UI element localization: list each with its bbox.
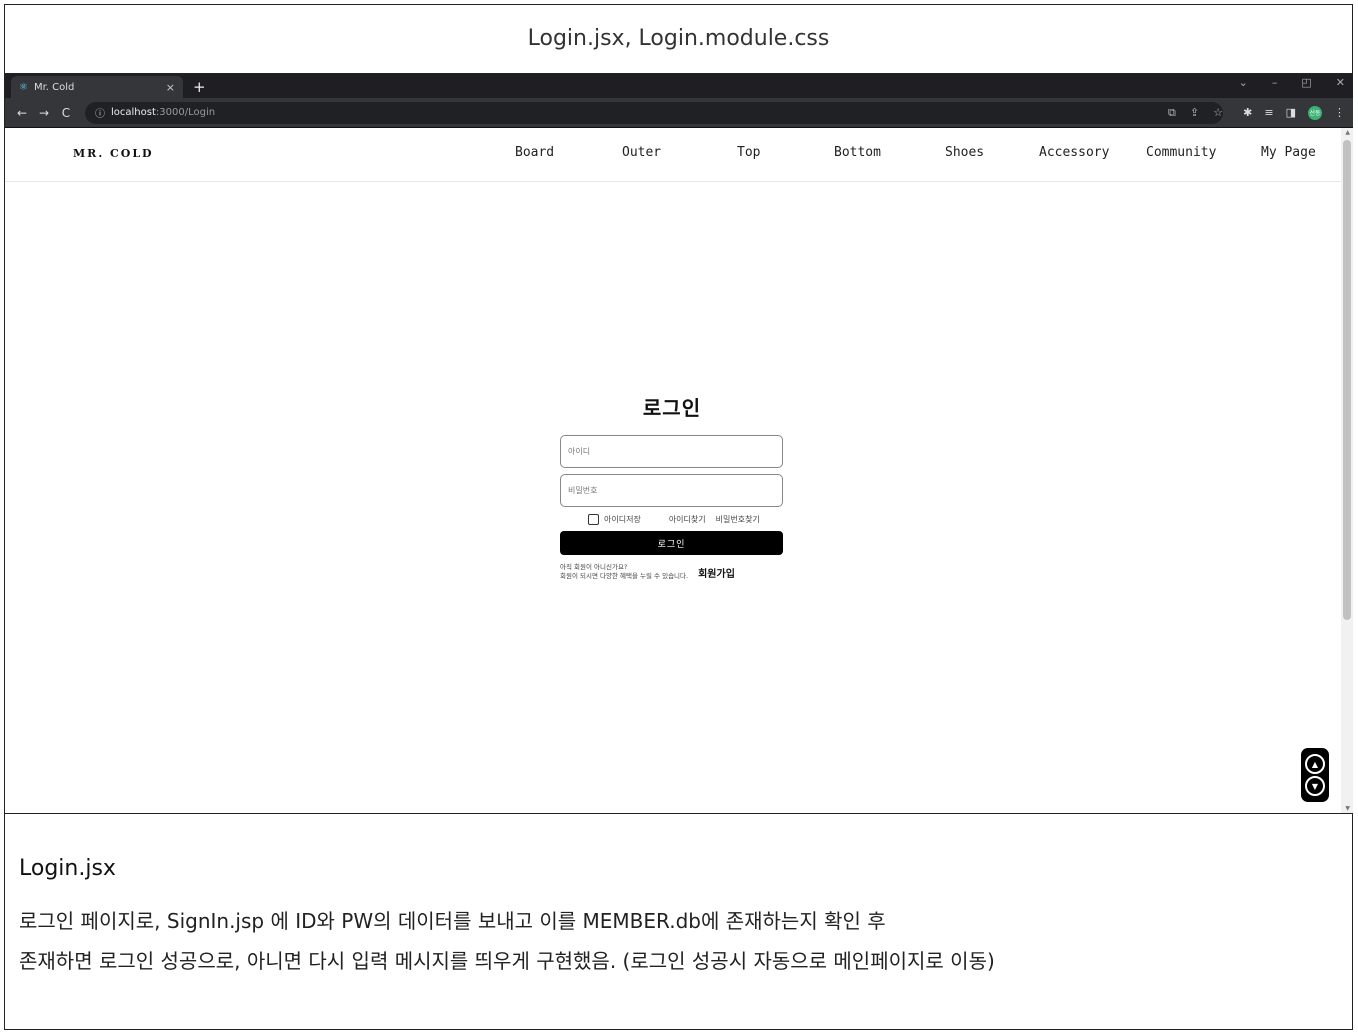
site-logo[interactable]: MR. COLD	[73, 147, 154, 160]
nav-item-board[interactable]: Board	[515, 145, 554, 160]
restore-icon[interactable]: ◰	[1301, 76, 1311, 89]
menu-kebab-icon[interactable]: ⋮	[1334, 106, 1345, 119]
signup-text: 아직 회원이 아니신가요? 회원이 되시면 다양한 혜택을 누릴 수 있습니다.	[560, 563, 688, 581]
url-host: localhost	[111, 107, 156, 118]
document-header: Login.jsx, Login.module.css	[527, 26, 830, 51]
close-window-icon[interactable]: ✕	[1336, 76, 1345, 89]
scroll-up-icon[interactable]: ▲	[1305, 754, 1325, 774]
tab-search-icon[interactable]: ⌄	[1239, 76, 1248, 89]
remember-id-label: 아이디저장	[604, 514, 641, 524]
find-id-link[interactable]: 아이디찾기	[669, 514, 706, 525]
minimize-icon[interactable]: –	[1272, 76, 1278, 89]
tab-title: Mr. Cold	[33, 81, 75, 93]
nav-item-my-page[interactable]: My Page	[1261, 145, 1316, 160]
profile-avatar[interactable]: 선동	[1308, 105, 1322, 120]
signup-prompt: 아직 회원이 아니신가요? 회원이 되시면 다양한 혜택을 누릴 수 있습니다.…	[560, 563, 784, 581]
login-button[interactable]: 로그인	[560, 531, 783, 555]
password-input[interactable]	[560, 474, 783, 507]
login-form: 로그인 아이디저장 아이디찾기 비밀번호찾기 로그인 아직 회원이 아니신가요?…	[560, 392, 784, 581]
page-scrollbar[interactable]: ▲ ▼	[1341, 128, 1353, 813]
nav-item-community[interactable]: Community	[1146, 145, 1216, 160]
nav-item-top[interactable]: Top	[737, 145, 760, 160]
reload-icon[interactable]: C	[57, 106, 75, 120]
login-title: 로그인	[642, 396, 702, 420]
signup-text-line-2: 회원이 되시면 다양한 혜택을 누릴 수 있습니다.	[560, 572, 689, 580]
browser-window: ⚛ Mr. Cold × + ⌄ – ◰ ✕ ← → C ⓘ localhost…	[5, 73, 1353, 814]
window-controls: ⌄ – ◰ ✕	[1239, 76, 1345, 89]
new-tab-button[interactable]: +	[193, 76, 206, 98]
nav-item-outer[interactable]: Outer	[622, 145, 661, 160]
find-password-link[interactable]: 비밀번호찾기	[716, 514, 760, 525]
notes-line-2: 존재하면 로그인 성공으로, 아니면 다시 입력 메시지를 띄우게 구현했음. …	[19, 949, 995, 973]
forward-icon[interactable]: →	[35, 106, 53, 120]
remember-id-checkbox[interactable]	[588, 513, 599, 525]
scroll-arrow-down-icon[interactable]: ▼	[1345, 805, 1350, 812]
nav-item-bottom[interactable]: Bottom	[834, 145, 881, 160]
info-icon[interactable]: ⓘ	[95, 105, 105, 120]
browser-tab[interactable]: ⚛ Mr. Cold ×	[11, 76, 183, 98]
url-path: :3000/Login	[155, 107, 216, 118]
extensions-icon[interactable]: ✱	[1243, 106, 1252, 119]
notes-title: Login.jsx	[19, 856, 116, 881]
star-icon[interactable]: ☆	[1213, 106, 1223, 120]
description-notes: Login.jsx 로그인 페이지로, SignIn.jsp 에 ID와 PW의…	[19, 856, 1339, 981]
notes-line-1: 로그인 페이지로, SignIn.jsp 에 ID와 PW의 데이터를 보내고 …	[19, 909, 886, 933]
page-viewport: MR. COLD Board Outer Top Bottom Shoes Ac…	[5, 128, 1353, 813]
nav-item-shoes[interactable]: Shoes	[945, 145, 984, 160]
scroll-nav-widget: ▲ ▼	[1301, 748, 1329, 802]
address-bar: ← → C ⓘ localhost :3000/Login ⧉ ⇪ ☆ ✱ ≡ …	[5, 98, 1353, 128]
scrollbar-thumb[interactable]	[1343, 140, 1351, 620]
scroll-down-icon[interactable]: ▼	[1305, 776, 1325, 796]
open-external-icon[interactable]: ⧉	[1168, 106, 1176, 120]
id-input[interactable]	[560, 435, 783, 468]
share-icon[interactable]: ⇪	[1190, 106, 1199, 120]
signup-link[interactable]: 회원가입	[698, 565, 735, 580]
reading-list-icon[interactable]: ≡	[1264, 106, 1273, 119]
toolbar-icons: ✱ ≡ ◨ 선동 ⋮	[1243, 105, 1345, 120]
tab-bar: ⚛ Mr. Cold × + ⌄ – ◰ ✕	[5, 74, 1353, 98]
nav-item-accessory[interactable]: Accessory	[1039, 145, 1109, 160]
back-icon[interactable]: ←	[13, 106, 31, 120]
url-input[interactable]: ⓘ localhost :3000/Login ⧉ ⇪ ☆	[85, 101, 1224, 124]
omnibox-icons: ⧉ ⇪ ☆	[1168, 106, 1223, 120]
signup-text-line-1: 아직 회원이 아니신가요?	[560, 563, 628, 571]
login-options: 아이디저장 아이디찾기 비밀번호찾기	[560, 513, 784, 525]
tab-close-icon[interactable]: ×	[166, 81, 175, 94]
react-icon: ⚛	[19, 81, 28, 93]
site-navbar: MR. COLD Board Outer Top Bottom Shoes Ac…	[5, 128, 1353, 182]
side-panel-icon[interactable]: ◨	[1286, 106, 1296, 119]
scroll-arrow-up-icon[interactable]: ▲	[1345, 129, 1350, 136]
